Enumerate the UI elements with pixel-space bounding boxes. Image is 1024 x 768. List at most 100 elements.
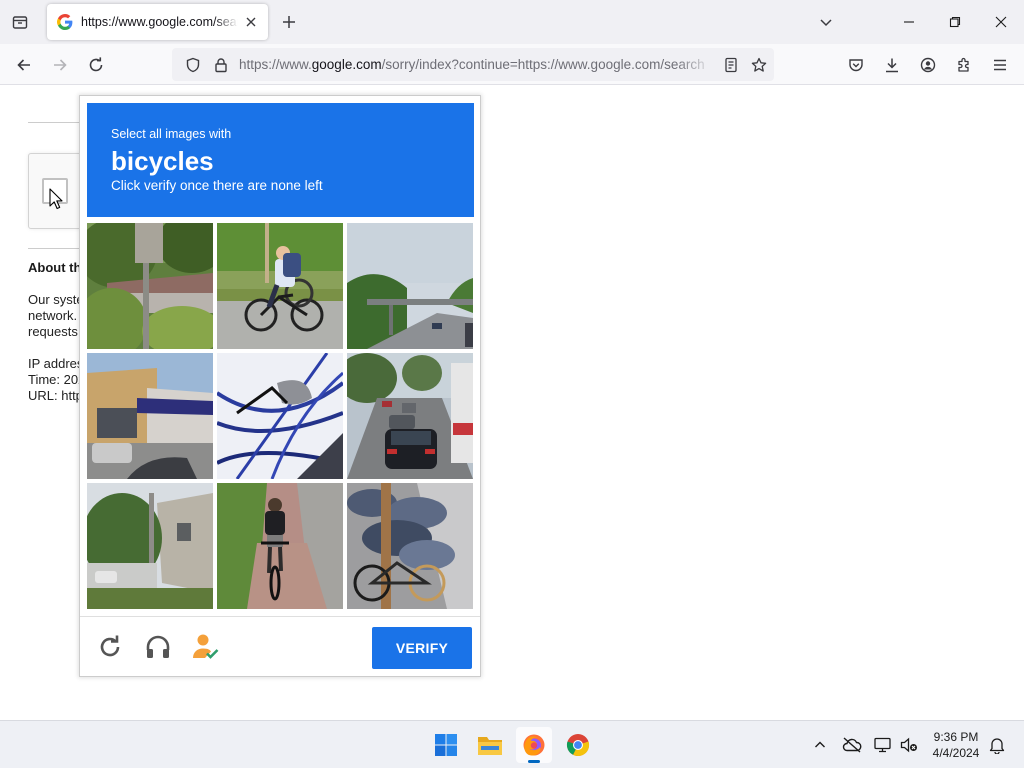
captcha-tile-3[interactable] [347, 223, 473, 349]
challenge-subtext: Click verify once there are none left [111, 178, 323, 193]
reader-view-icon [725, 57, 737, 73]
captcha-tile-5[interactable] [217, 353, 343, 479]
reload-button[interactable] [83, 52, 109, 78]
file-explorer-button[interactable] [472, 727, 508, 763]
captcha-tile-1[interactable] [87, 223, 213, 349]
star-icon [751, 57, 767, 72]
tile-image [87, 353, 213, 479]
about-heading: About this page [28, 260, 80, 275]
navigation-toolbar: https://www.google.com/sorry/index?conti… [0, 44, 1024, 85]
verify-button[interactable]: VERIFY [372, 627, 472, 669]
reload-challenge-button[interactable] [95, 632, 125, 662]
captcha-tile-9[interactable] [347, 483, 473, 609]
arrow-right-icon [54, 59, 67, 71]
restore-button[interactable] [941, 8, 969, 36]
plus-icon [283, 16, 295, 28]
captcha-tile-4[interactable] [87, 353, 213, 479]
minimize-button[interactable] [895, 8, 923, 36]
challenge-target-object: bicycles [111, 146, 214, 176]
shield-icon [186, 57, 200, 73]
tile-image [347, 353, 473, 479]
close-icon [246, 17, 256, 27]
firefox-icon [523, 734, 545, 756]
start-button[interactable] [428, 727, 464, 763]
url-path: /sorry/index?continue=https://www.google… [381, 57, 705, 72]
tracking-protection-icon[interactable] [184, 56, 202, 74]
tile-image [217, 353, 343, 479]
list-all-tabs-button[interactable] [812, 8, 840, 36]
taskbar: 9:36 PM 4/4/2024 [0, 720, 1024, 768]
menu-button[interactable] [987, 52, 1013, 78]
tile-image [347, 223, 473, 349]
close-window-button[interactable] [987, 8, 1015, 36]
captcha-tile-6[interactable] [347, 353, 473, 479]
notifications-button[interactable] [986, 734, 1008, 756]
recaptcha-challenge: Select all images with bicycles Click ve… [79, 95, 481, 677]
tile-image [217, 483, 343, 609]
windows-logo-icon [435, 734, 457, 756]
lock-icon [215, 58, 227, 73]
clock-time: 9:36 PM [933, 730, 979, 744]
close-icon [995, 16, 1007, 28]
reload-icon [89, 57, 103, 72]
account-button[interactable] [915, 52, 941, 78]
firefox-view-icon [12, 16, 28, 29]
url-prefix: https://www. [239, 57, 312, 72]
challenge-header: Select all images with bicycles Click ve… [87, 103, 474, 217]
clock-date: 4/4/2024 [932, 746, 980, 760]
paragraph-line-2: network. This page checks to see if it's… [28, 308, 80, 323]
chrome-taskbar-button[interactable] [560, 727, 596, 763]
bell-icon [989, 738, 1005, 754]
mouse-cursor-icon [49, 188, 63, 210]
challenge-instruction: Select all images with [111, 127, 232, 141]
chevron-down-icon [820, 19, 832, 27]
pocket-icon [849, 59, 863, 72]
tab-close-button[interactable] [242, 13, 260, 31]
tile-image [347, 483, 473, 609]
reader-view-button[interactable] [722, 56, 740, 74]
user-check-icon [193, 634, 219, 659]
system-clock[interactable]: 9:36 PM 4/4/2024 [920, 729, 992, 761]
network-tray-icon[interactable] [872, 734, 894, 756]
show-hidden-icons-button[interactable] [809, 734, 831, 756]
captcha-tile-2[interactable] [217, 223, 343, 349]
tile-image [87, 223, 213, 349]
captcha-tile-8[interactable] [217, 483, 343, 609]
paragraph-line-3: requests, and not a robot. [28, 324, 80, 339]
site-info-icon[interactable] [212, 56, 230, 74]
pocket-button[interactable] [843, 52, 869, 78]
back-button[interactable] [11, 52, 37, 78]
firefox-taskbar-button[interactable] [516, 727, 552, 763]
address-bar[interactable]: https://www.google.com/sorry/index?conti… [172, 48, 774, 81]
url-label: URL: https://www.google.com/search [28, 388, 80, 403]
bookmark-button[interactable] [750, 56, 768, 74]
headphones-icon [146, 635, 170, 658]
folder-icon [478, 737, 502, 755]
new-tab-button[interactable] [278, 11, 300, 33]
chrome-icon [566, 734, 590, 757]
active-app-indicator [528, 760, 540, 763]
cloud-offline-icon [842, 737, 862, 753]
captcha-tile-7[interactable] [87, 483, 213, 609]
browser-tab-active[interactable]: https://www.google.com/search?q= [47, 4, 268, 40]
google-favicon-icon [57, 14, 73, 30]
help-button[interactable] [191, 632, 221, 662]
extensions-button[interactable] [951, 52, 977, 78]
time-label: Time: 2024-04-04 [28, 372, 80, 387]
hamburger-menu-icon [994, 59, 1006, 71]
forward-button[interactable] [47, 52, 73, 78]
arrow-left-icon [17, 59, 30, 71]
volume-tray-icon[interactable] [898, 734, 920, 756]
audio-challenge-button[interactable] [143, 632, 173, 662]
tab-bar: https://www.google.com/search?q= [0, 0, 1024, 44]
download-icon [886, 58, 898, 73]
speaker-muted-icon [900, 737, 917, 753]
monitor-icon [874, 737, 891, 753]
onedrive-tray-icon[interactable] [841, 734, 863, 756]
firefox-view-button[interactable] [8, 10, 32, 34]
downloads-button[interactable] [879, 52, 905, 78]
ip-address-label: IP address: [28, 356, 80, 371]
minimize-icon [904, 21, 914, 23]
reload-icon [100, 635, 120, 657]
url-text[interactable]: https://www.google.com/sorry/index?conti… [239, 57, 714, 72]
